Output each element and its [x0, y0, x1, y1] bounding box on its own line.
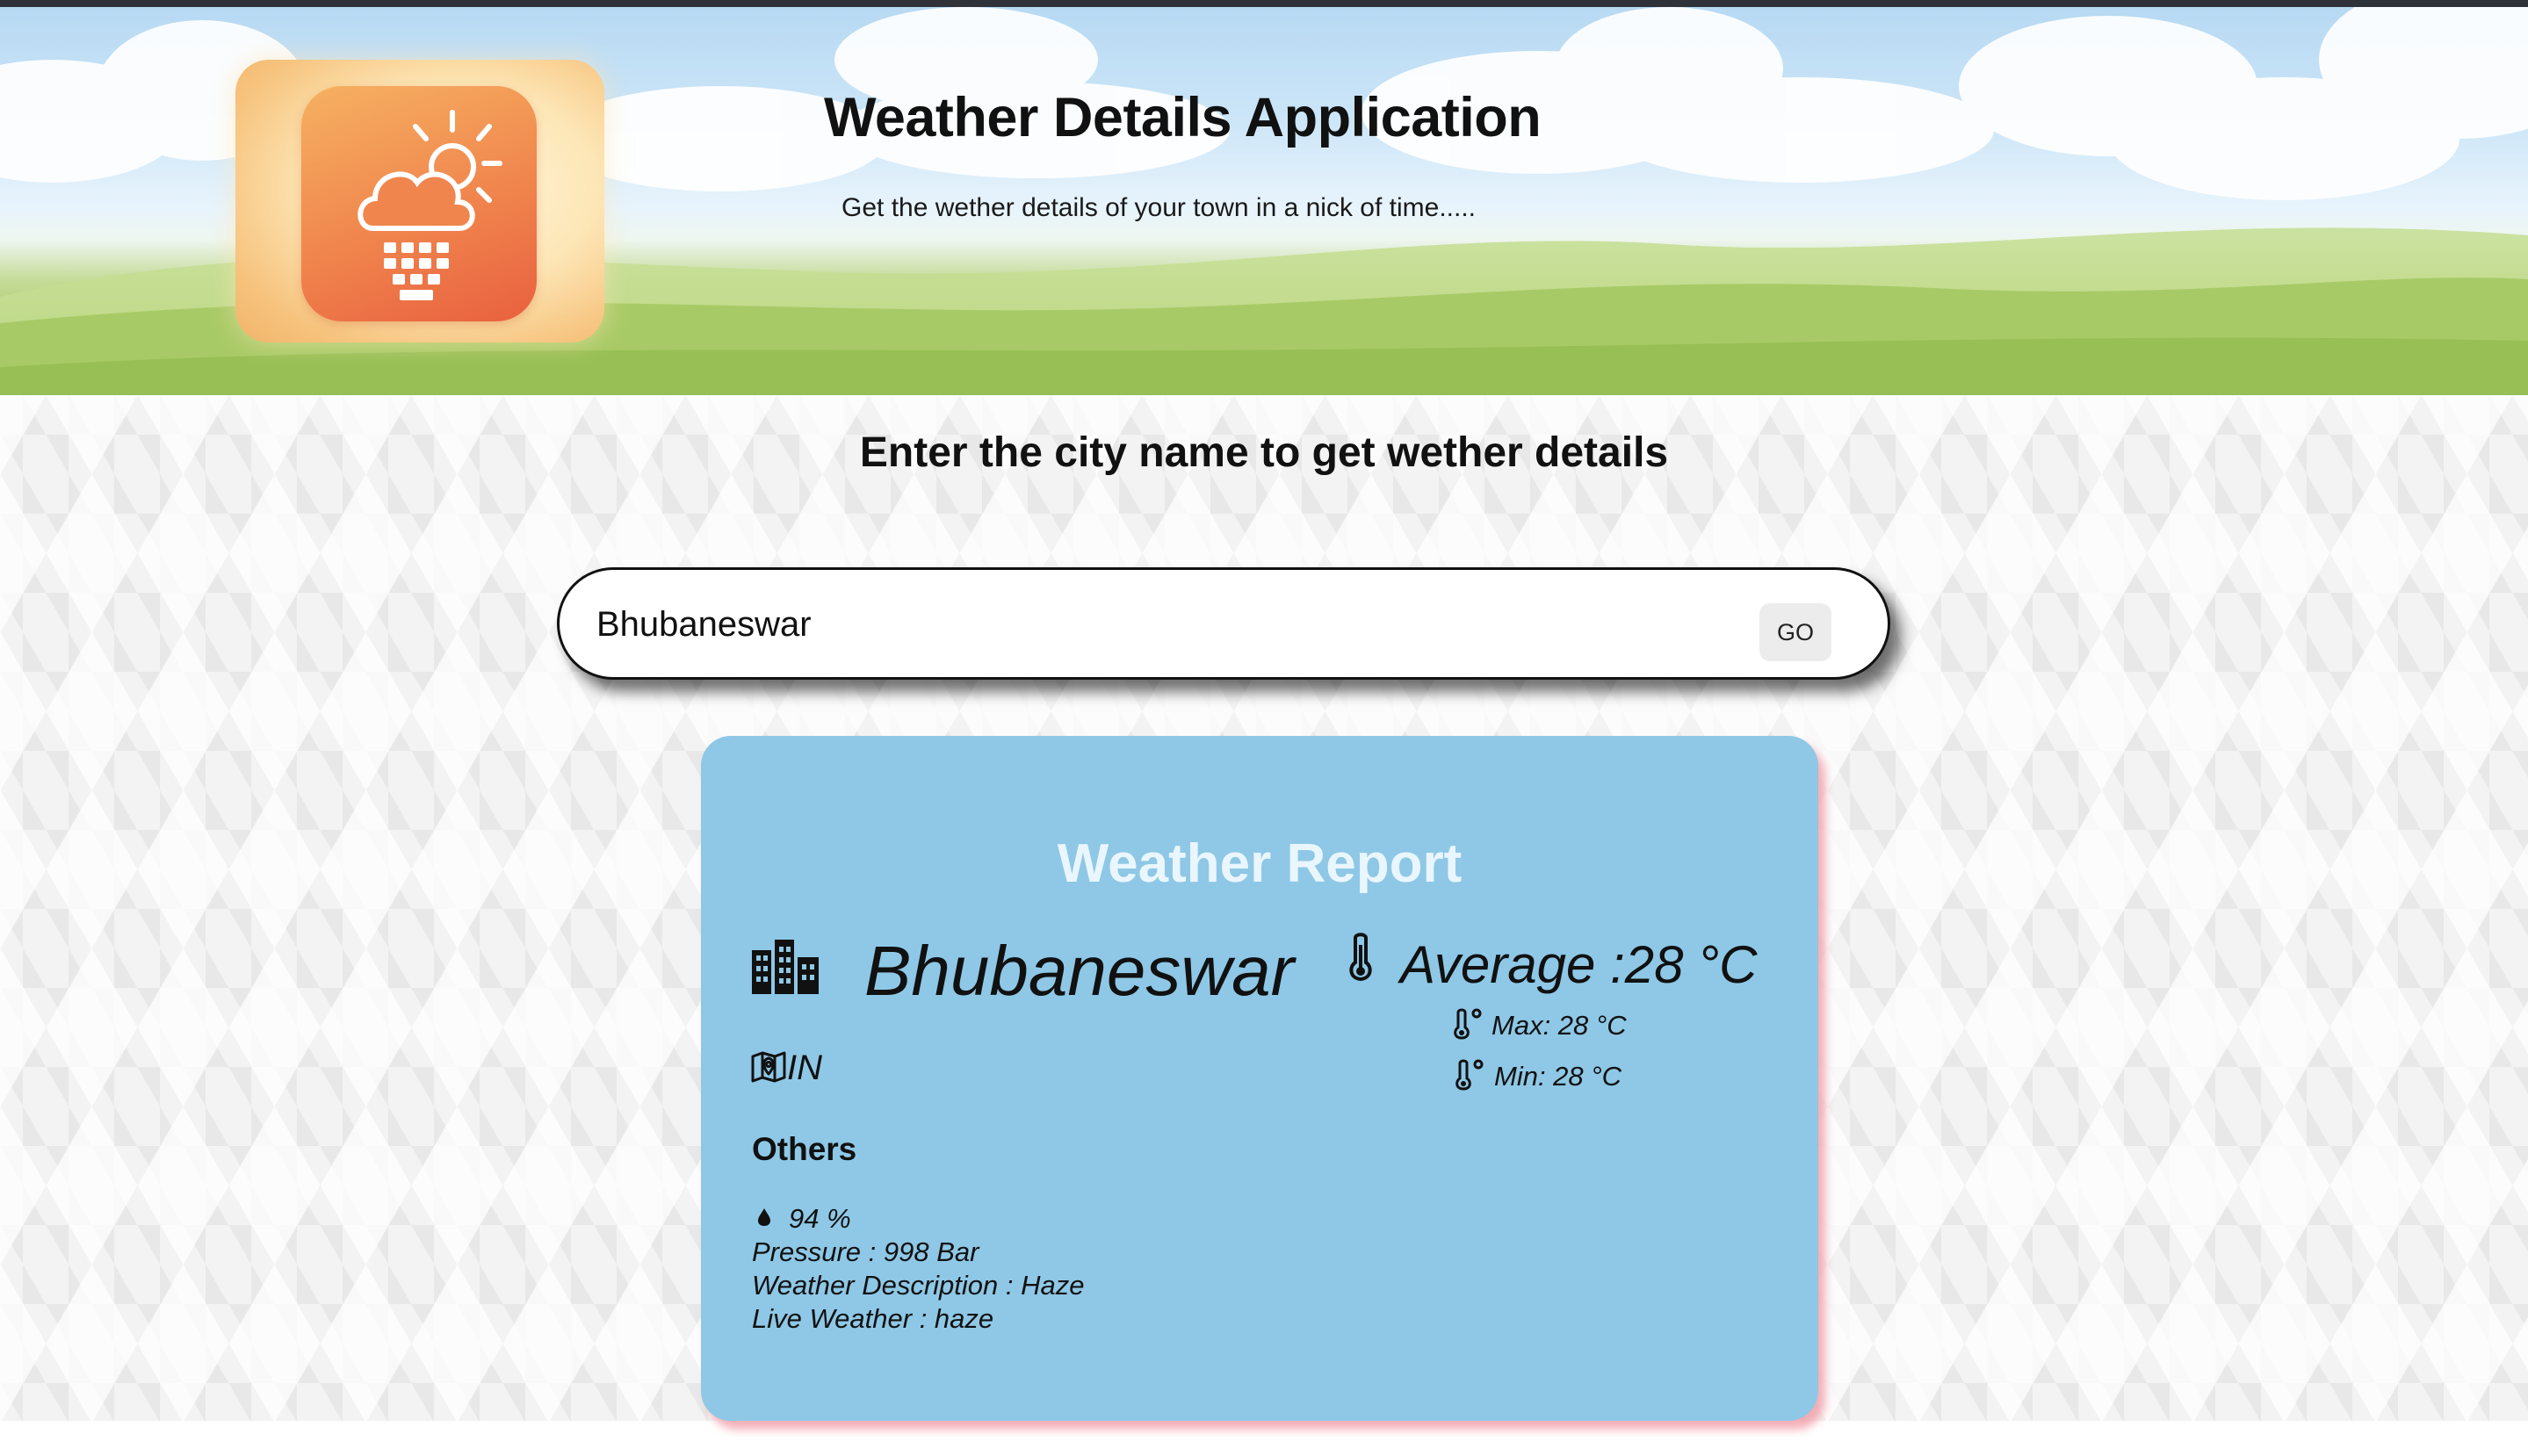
- min-temperature: Min: 28 °C: [1494, 1061, 1622, 1092]
- search-prompt-heading: Enter the city name to get wether detail…: [859, 429, 1669, 476]
- city-buildings-icon: [752, 940, 819, 994]
- max-temperature: Max: 28 °C: [1492, 1010, 1627, 1041]
- app-header-banner: Weather Details Application Get the weth…: [0, 7, 2528, 395]
- app-title: Weather Details Application: [824, 87, 1542, 148]
- weather-report-card: Weather Report Bhubaneswar IN Average:2…: [701, 736, 1818, 1421]
- city-search-form: GO: [557, 567, 1890, 680]
- app-logo: [235, 60, 604, 342]
- map-location-icon: [751, 1051, 786, 1083]
- app-subtitle: Get the wether details of your town in a…: [841, 193, 1477, 222]
- page-bottom: [0, 1421, 2528, 1456]
- average-temperature: Average :28 °C: [1400, 935, 1758, 994]
- browser-top-strip: [0, 0, 2528, 7]
- thermometer-icon: [1349, 933, 1372, 982]
- humidity-value: 94 %: [789, 1203, 851, 1234]
- go-button[interactable]: GO: [1759, 603, 1831, 661]
- report-city-name: Bhubaneswar: [864, 932, 1295, 1010]
- report-country-code: IN: [787, 1049, 822, 1087]
- pressure-value: Pressure : 998 Bar: [752, 1236, 979, 1267]
- live-weather: Live Weather : haze: [752, 1303, 994, 1334]
- others-heading: Others: [752, 1131, 857, 1167]
- droplet-icon: [758, 1208, 770, 1226]
- weather-description: Weather Description : Haze: [752, 1270, 1085, 1301]
- weather-app-logo-icon: [301, 86, 537, 321]
- city-search-input[interactable]: [595, 591, 1758, 658]
- weather-report-title: Weather Report: [1057, 833, 1463, 894]
- thermometer-sun-icon: [1454, 1008, 1482, 1040]
- thermometer-snow-icon: [1455, 1059, 1484, 1091]
